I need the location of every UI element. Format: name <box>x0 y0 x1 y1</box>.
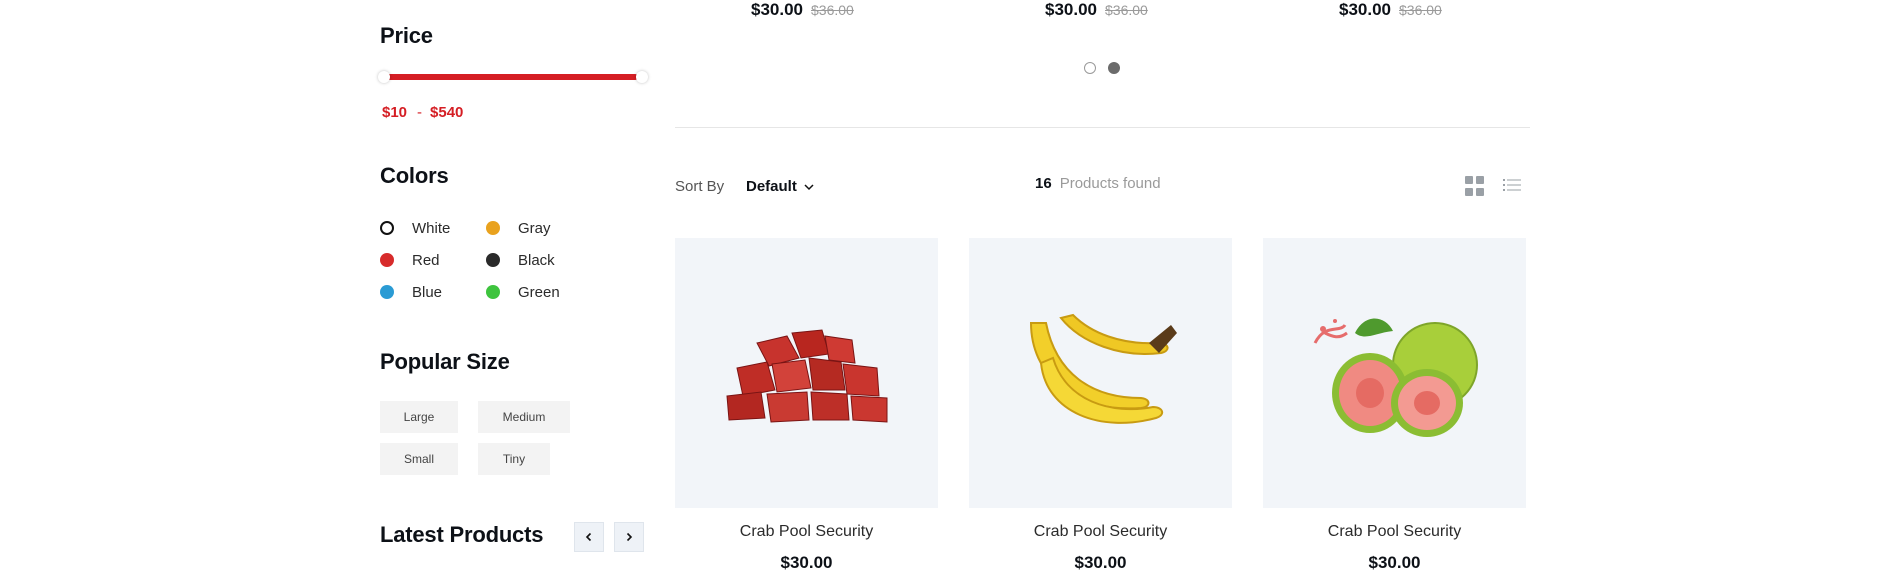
color-option-gray[interactable]: Gray <box>486 218 592 238</box>
color-swatch <box>380 221 394 235</box>
price-range-label: $10- $540 <box>382 104 463 121</box>
carousel-price: $30.00 $36.00 <box>751 0 854 20</box>
color-label: Blue <box>412 283 443 301</box>
section-divider <box>675 127 1530 128</box>
sort-label: Sort By <box>675 178 725 195</box>
chevron-down-icon <box>804 183 814 190</box>
price-min-value: $10 <box>382 104 408 121</box>
sidebar: Price $10- $540 Colors White Gray Red Bla… <box>378 0 650 575</box>
list-view-icon[interactable] <box>1502 176 1522 196</box>
product-listing: $30.00 $36.00 $30.00 $36.00 $30.00 $36.00 S… <box>675 0 1530 575</box>
product-name[interactable]: Crab Pool Security <box>675 523 938 541</box>
sort-value: Default <box>746 178 797 195</box>
carousel-dot-1[interactable] <box>1084 62 1096 74</box>
size-option-tiny[interactable]: Tiny <box>478 443 550 475</box>
color-label: Green <box>518 283 560 301</box>
product-card[interactable]: Crab Pool Security $30.00 <box>969 238 1232 575</box>
price-separator: - <box>417 104 423 121</box>
size-option-large[interactable]: Large <box>380 401 458 433</box>
products-found-count: 16 <box>1035 175 1052 192</box>
product-price: $30.00 <box>1074 553 1127 572</box>
products-found-text: Products found <box>1059 175 1161 192</box>
guava-image <box>1313 318 1478 437</box>
meat-cubes-image <box>725 329 887 423</box>
product-price: $30.00 <box>780 553 833 572</box>
color-swatch <box>486 285 500 299</box>
current-price: $30.00 <box>751 0 803 19</box>
color-label: Gray <box>518 219 551 237</box>
old-price: $36.00 <box>1105 2 1148 18</box>
color-swatch <box>486 221 500 235</box>
size-option-small[interactable]: Small <box>380 443 458 475</box>
color-label: Black <box>518 251 555 269</box>
latest-prev-button[interactable] <box>574 522 604 552</box>
old-price: $36.00 <box>1399 2 1442 18</box>
carousel-dot-2[interactable] <box>1108 62 1120 74</box>
color-option-white[interactable]: White <box>380 218 486 238</box>
latest-products-title: Latest Products <box>380 522 544 547</box>
price-range-slider[interactable] <box>378 71 648 83</box>
sort-dropdown[interactable]: Default <box>746 178 815 195</box>
product-name[interactable]: Crab Pool Security <box>1263 523 1526 541</box>
color-label: White <box>412 219 451 237</box>
color-filter-list: White Gray Red Black Blue Green <box>380 218 620 302</box>
carousel-price: $30.00 $36.00 <box>1339 0 1442 20</box>
color-swatch <box>486 253 500 267</box>
color-option-black[interactable]: Black <box>486 250 592 270</box>
colors-filter-title: Colors <box>380 163 449 188</box>
color-option-green[interactable]: Green <box>486 282 592 302</box>
color-swatch <box>380 285 394 299</box>
size-option-medium[interactable]: Medium <box>478 401 570 433</box>
products-found: 16 Products found <box>1035 175 1161 192</box>
product-image-guava[interactable] <box>1263 238 1526 508</box>
popular-size-title: Popular Size <box>380 349 510 374</box>
price-min-handle[interactable] <box>378 71 390 83</box>
bananas-image <box>1029 313 1177 424</box>
price-max-value: $540 <box>430 104 464 121</box>
grid-view-icon[interactable] <box>1465 176 1485 196</box>
product-name[interactable]: Crab Pool Security <box>969 523 1232 541</box>
color-option-red[interactable]: Red <box>380 250 486 270</box>
product-card[interactable]: Crab Pool Security $30.00 <box>675 238 938 575</box>
price-filter-title: Price <box>380 23 433 48</box>
product-image-meat[interactable] <box>675 238 938 508</box>
carousel-price: $30.00 $36.00 <box>1045 0 1148 20</box>
price-range-fill <box>385 74 637 80</box>
color-label: Red <box>412 251 440 269</box>
chevron-right-icon <box>626 532 633 542</box>
color-swatch <box>380 253 394 267</box>
product-price: $30.00 <box>1368 553 1421 572</box>
product-card[interactable]: Crab Pool Security $30.00 <box>1263 238 1526 575</box>
old-price: $36.00 <box>811 2 854 18</box>
latest-next-button[interactable] <box>614 522 644 552</box>
price-max-handle[interactable] <box>636 71 648 83</box>
color-option-blue[interactable]: Blue <box>380 282 486 302</box>
current-price: $30.00 <box>1045 0 1097 19</box>
current-price: $30.00 <box>1339 0 1391 19</box>
chevron-left-icon <box>585 532 592 542</box>
product-image-bananas[interactable] <box>969 238 1232 508</box>
